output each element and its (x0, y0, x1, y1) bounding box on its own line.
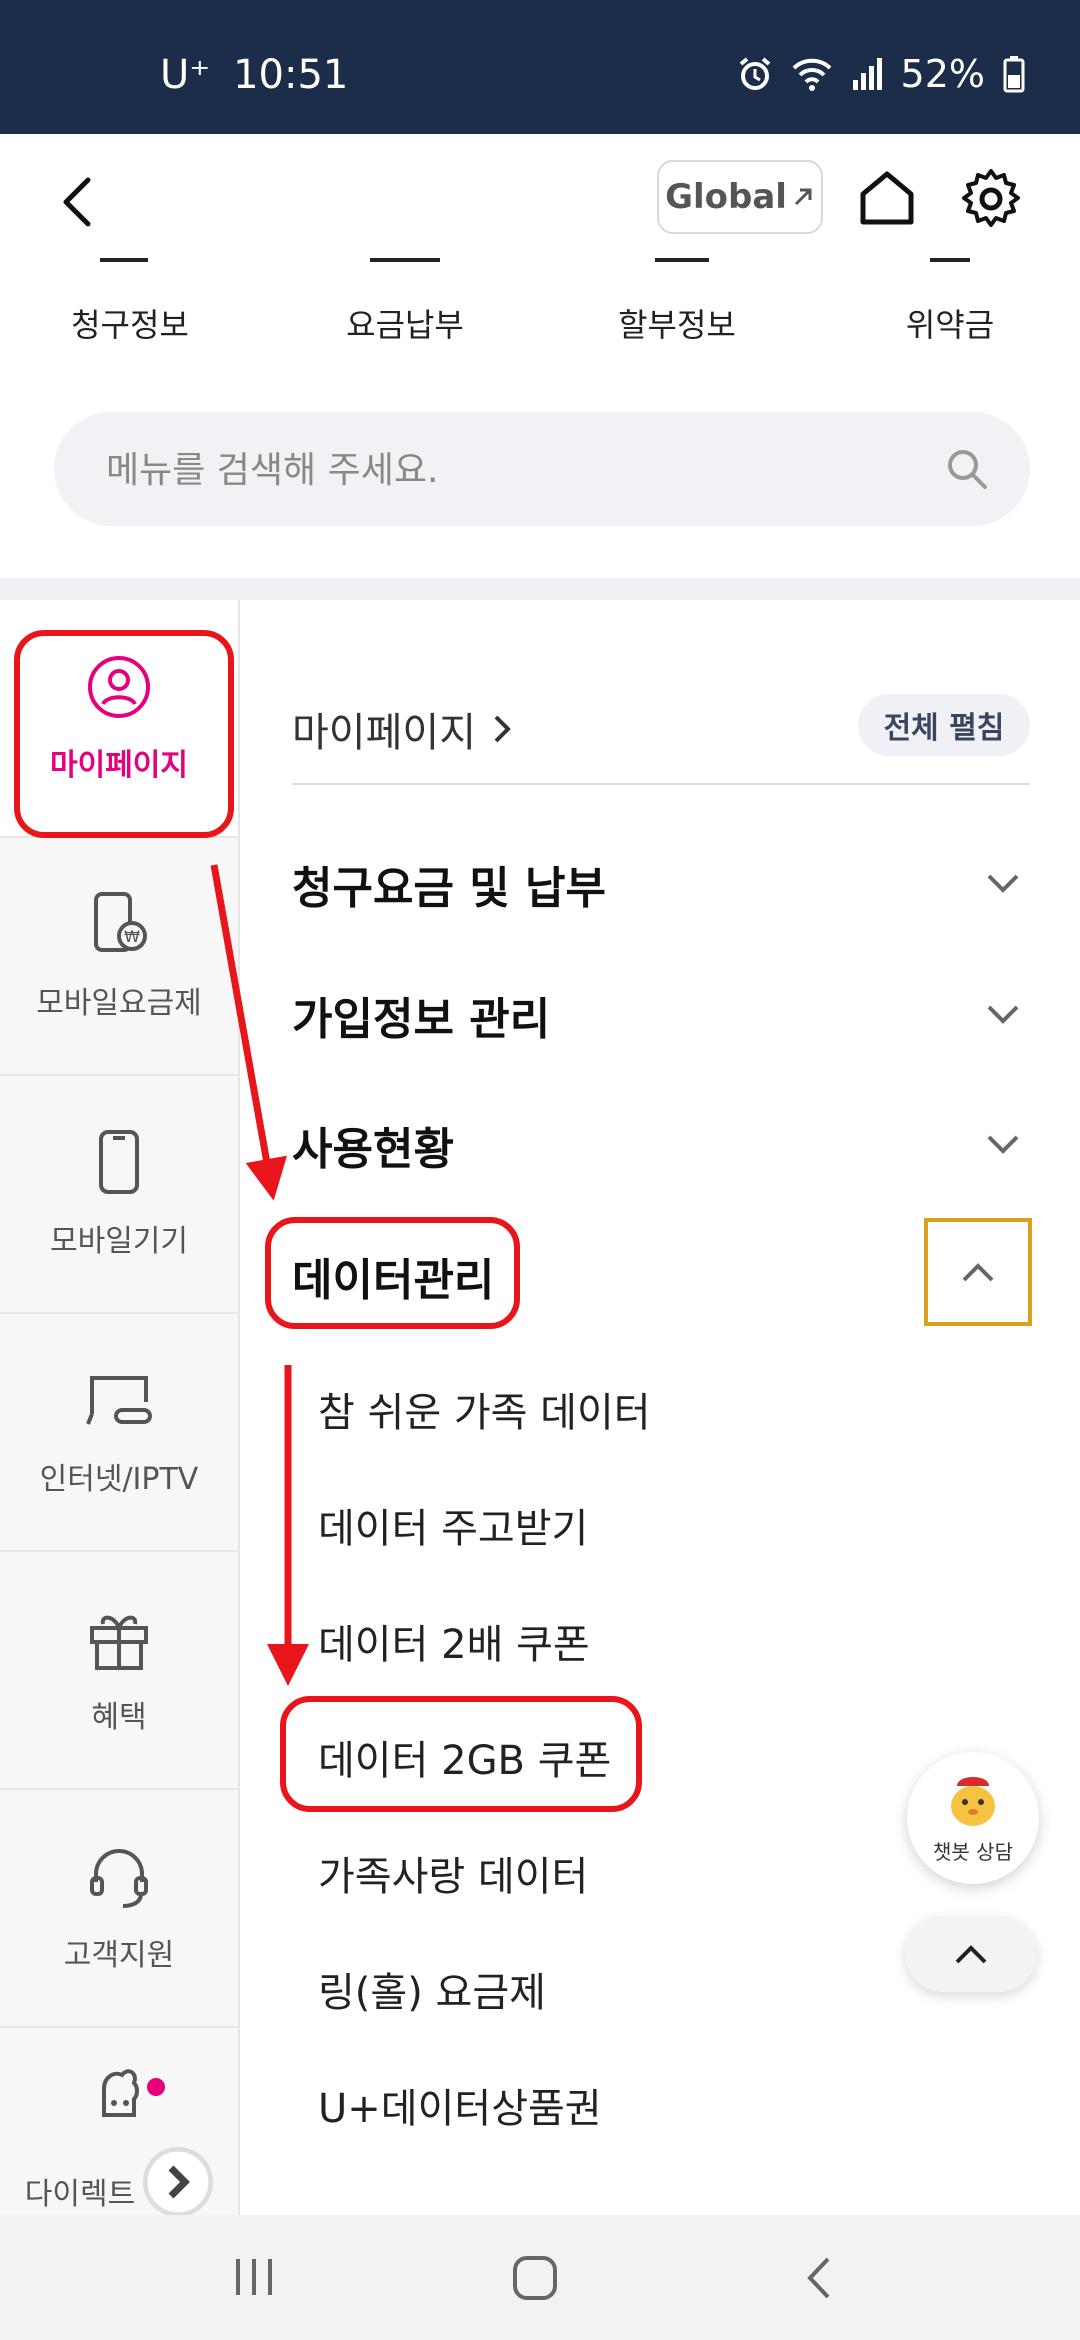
back-arrow-icon[interactable] (50, 172, 110, 232)
sidebar-item-label: 인터넷/IPTV (39, 1462, 199, 1497)
sub-item[interactable]: 데이터 주고받기 (318, 1496, 588, 1554)
quick-icon-stub (100, 258, 148, 262)
headset-icon (90, 1849, 148, 1908)
app-header: Global (0, 134, 1080, 262)
highlight-mypage (14, 630, 234, 838)
sidebar-item-label: 모바일기기 (50, 1224, 188, 1259)
sidebar-item-mobile-plan[interactable]: ₩ 모바일요금제 (0, 838, 238, 1076)
clock: 10:51 (233, 52, 349, 98)
status-bar-right: 52% (737, 52, 1025, 96)
chevron-right-icon (143, 2147, 214, 2215)
carrier-label: U⁺ (160, 52, 211, 98)
sidebar-item-mobile-device[interactable]: 모바일기기 (0, 1076, 238, 1314)
category-subscription[interactable]: 가입정보 관리 (292, 983, 550, 1047)
quick-icon-stub (655, 258, 709, 262)
quick-menu-item[interactable]: 할부정보 (577, 300, 777, 346)
direct-label-row: 다이렉트 (24, 2147, 214, 2215)
back-nav-icon[interactable] (802, 2255, 834, 2301)
divider (292, 783, 1030, 785)
quick-icon-stub (930, 258, 970, 262)
sidebar-item-internet-iptv[interactable]: 인터넷/IPTV (0, 1314, 238, 1552)
svg-text:₩: ₩ (124, 927, 140, 946)
category-usage[interactable]: 사용현황 (292, 1113, 454, 1177)
chevron-up-icon (962, 1263, 994, 1282)
gear-icon[interactable] (958, 166, 1024, 232)
search-input[interactable] (104, 412, 928, 528)
sub-item[interactable]: U+데이터상품권 (318, 2076, 602, 2134)
battery-percent: 52% (900, 52, 985, 96)
external-link-icon (794, 188, 812, 206)
quick-icon-stub (370, 258, 440, 262)
recent-apps-icon[interactable] (232, 2257, 276, 2297)
home-icon[interactable] (855, 166, 919, 230)
scroll-top-button[interactable] (905, 1916, 1037, 1992)
category-data-management[interactable]: 데이터관리 (292, 1244, 494, 1308)
system-nav-bar (0, 2215, 1080, 2340)
global-label: Global (665, 177, 787, 217)
global-button[interactable]: Global (657, 160, 823, 234)
category-sidebar: 마이페이지 ₩ 모바일요금제 모바일기기 인터넷/IPTV 혜택 고객지원 다이… (0, 600, 240, 2215)
sidebar-item-benefits[interactable]: 혜택 (0, 1552, 238, 1790)
phone-won-icon: ₩ (94, 892, 147, 952)
notification-dot (147, 2078, 165, 2096)
sub-item[interactable]: 데이터 2배 쿠폰 (318, 1612, 590, 1670)
sidebar-item-label: 다이렉트 (24, 2177, 136, 2212)
breadcrumb[interactable]: 마이페이지 (292, 700, 516, 758)
chevron-up-icon (955, 1945, 987, 1964)
phone-icon (99, 1130, 139, 1194)
alarm-icon (739, 57, 770, 90)
chevron-down-icon[interactable] (985, 1003, 1021, 1027)
sidebar-item-support[interactable]: 고객지원 (0, 1790, 238, 2028)
quick-menu-item[interactable]: 위약금 (850, 300, 1050, 346)
chatbot-button[interactable]: 챗봇 상담 (907, 1752, 1039, 1884)
sidebar-item-label: 혜택 (91, 1700, 147, 1735)
chevron-down-icon[interactable] (985, 872, 1021, 896)
sub-item[interactable]: 데이터 2GB 쿠폰 (318, 1728, 611, 1786)
chevron-down-icon[interactable] (985, 1133, 1021, 1157)
tv-icon (86, 1376, 152, 1425)
quick-menu-item[interactable]: 청구정보 (30, 300, 230, 346)
mascot-icon (102, 2069, 139, 2117)
expand-all-button[interactable]: 전체 펼침 (858, 694, 1030, 756)
quick-menu-item[interactable]: 요금납부 (305, 300, 505, 346)
sidebar-item-label: 고객지원 (63, 1938, 175, 1973)
sidebar-item-direct[interactable]: 다이렉트 (0, 2028, 238, 2215)
wifi-icon (792, 58, 831, 91)
status-bar: U⁺ 10:51 52% (0, 0, 1080, 134)
chatbot-label: 챗봇 상담 (933, 1840, 1013, 1864)
sub-item[interactable]: 가족사랑 데이터 (318, 1844, 588, 1902)
search-bar (54, 412, 1030, 528)
category-billing[interactable]: 청구요금 및 납부 (292, 852, 606, 916)
home-nav-icon[interactable] (512, 2255, 558, 2301)
chatbot-mascot-icon (951, 1767, 995, 1826)
collapse-button[interactable] (924, 1218, 1032, 1326)
battery-icon (1003, 56, 1025, 93)
search-icon[interactable] (944, 446, 990, 492)
status-bar-left: U⁺ 10:51 (160, 52, 348, 98)
sidebar-item-label: 모바일요금제 (36, 986, 202, 1021)
gift-icon (90, 1615, 148, 1670)
chevron-right-icon (494, 715, 511, 743)
sub-item[interactable]: 링(홀) 요금제 (318, 1960, 546, 2018)
breadcrumb-label: 마이페이지 (292, 710, 476, 756)
signal-icon (852, 58, 882, 90)
sub-item[interactable]: 참 쉬운 가족 데이터 (318, 1380, 651, 1438)
section-divider (0, 578, 1080, 600)
